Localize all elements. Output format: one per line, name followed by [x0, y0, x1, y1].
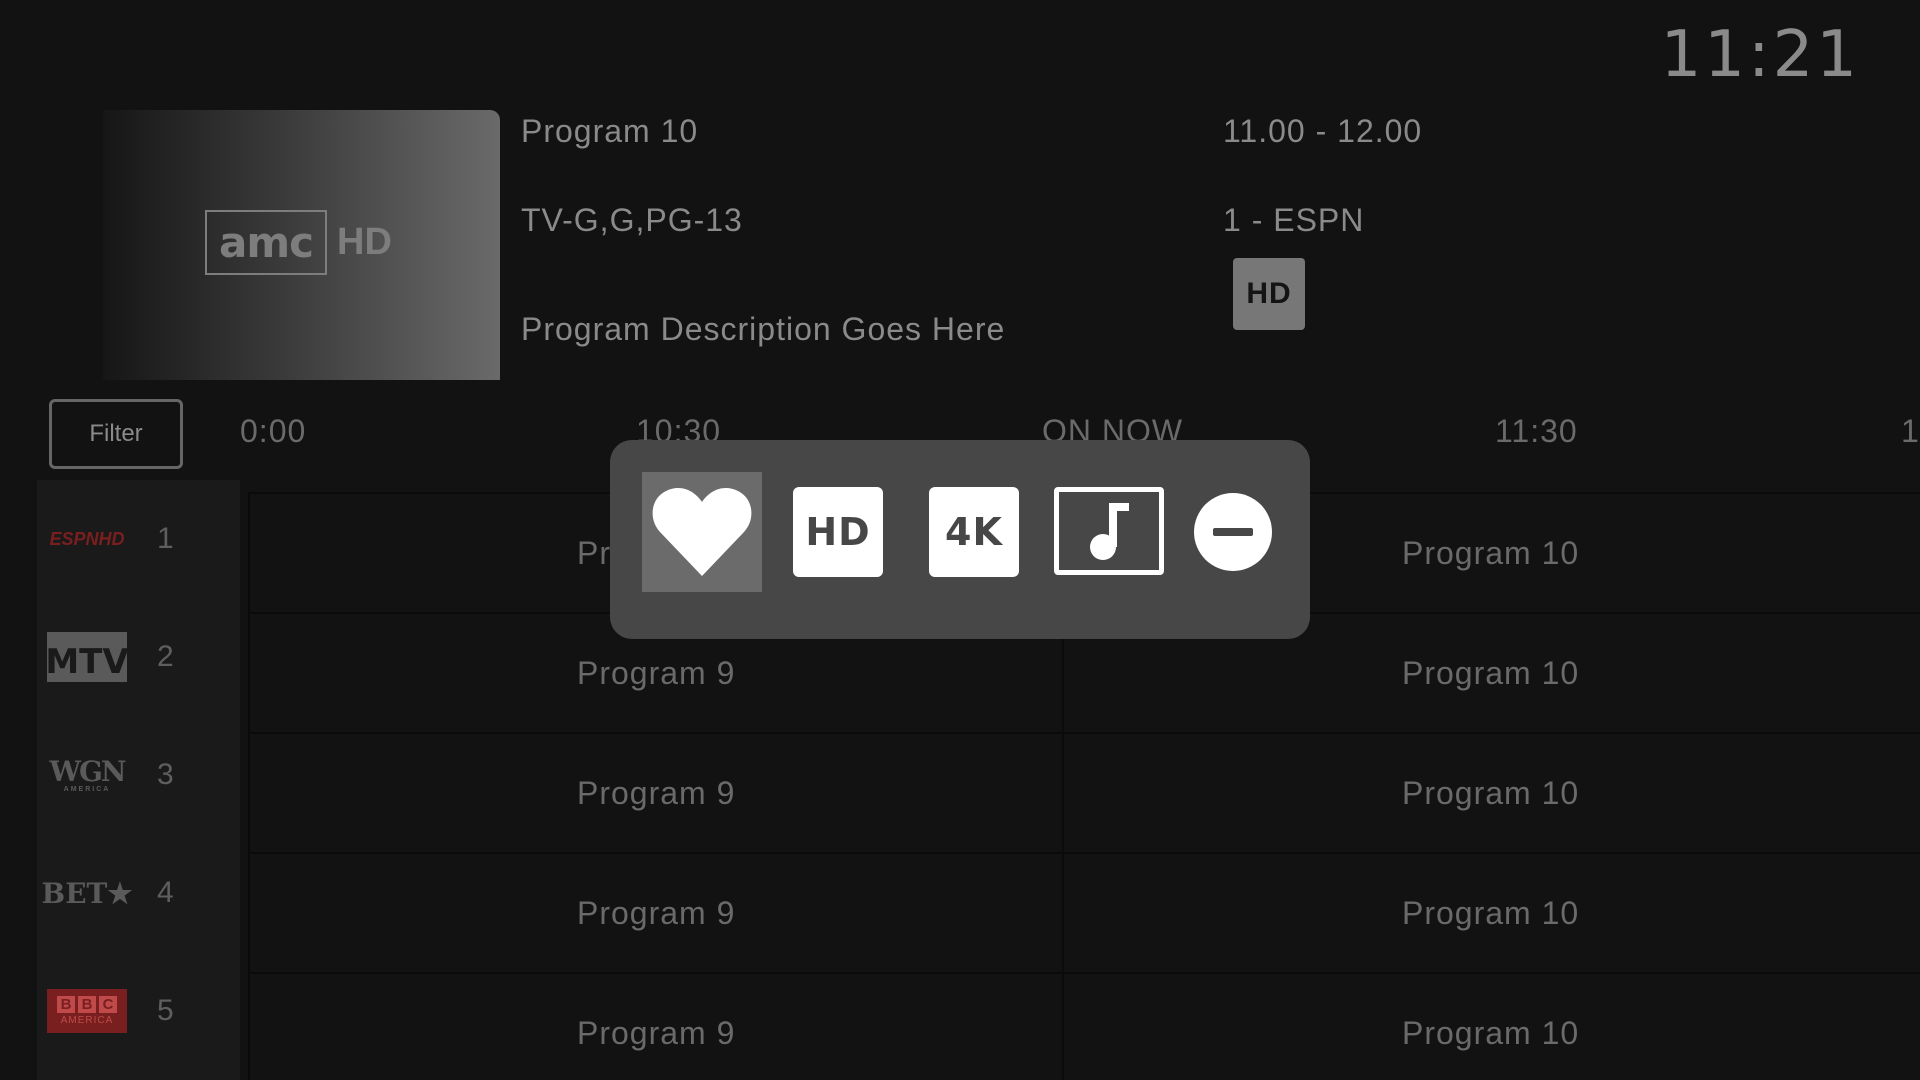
espn-hd-logo: ESPNHD — [47, 509, 127, 569]
bbc-america-logo: BBC AMERICA — [47, 981, 127, 1041]
program-cell[interactable]: Program 9 — [248, 854, 1060, 972]
program-cell-label: Program 10 — [1402, 894, 1580, 931]
program-cell[interactable]: Program 9 — [248, 734, 1060, 852]
remove-option[interactable] — [1194, 493, 1272, 571]
filter-button[interactable]: Filter — [49, 399, 183, 469]
wgn-logo-text: WGN — [49, 754, 127, 788]
time-label-start: 0:00 — [240, 413, 307, 449]
espn-logo-text: ESPNHD — [49, 528, 125, 549]
channel-options-popup: HD 4K — [610, 440, 1310, 639]
program-cell-label: Pr — [577, 534, 611, 571]
time-label-end: 1 — [1901, 413, 1920, 449]
bbc-boxes: BBC — [57, 996, 117, 1013]
4k-filter-option[interactable]: 4K — [929, 487, 1019, 577]
grid-row-4: Program 9 Program 10 — [248, 852, 1920, 972]
program-cell-label: Program 10 — [1402, 654, 1580, 691]
favorite-option[interactable] — [642, 472, 762, 592]
program-cell-label: Program 9 — [577, 774, 736, 811]
channel-row-1[interactable]: ESPNHD 1 — [37, 480, 240, 598]
channel-number: 3 — [157, 758, 174, 791]
program-cell[interactable]: Program 10 — [1062, 974, 1920, 1080]
channel-row-5[interactable]: BBC AMERICA 5 — [37, 952, 240, 1070]
program-thumbnail: amc HD — [103, 110, 500, 380]
grid-row-5: Program 9 Program 10 — [248, 972, 1920, 1080]
music-note-icon — [1090, 503, 1129, 560]
program-cell-label: Program 10 — [1402, 534, 1580, 571]
program-cell-label: Program 9 — [577, 894, 736, 931]
hd-filter-option[interactable]: HD — [793, 487, 883, 577]
grid-row-3: Program 9 Program 10 — [248, 732, 1920, 852]
bbc-logo-sub: AMERICA — [60, 1015, 114, 1026]
wgn-america-logo: WGN AMERICA — [47, 745, 127, 805]
bet-logo: BET★ — [42, 863, 133, 923]
time-label-1130: 11:30 — [1495, 413, 1578, 449]
program-cell-label: Program 9 — [577, 1014, 736, 1051]
mtv-logo-text: MTV — [45, 632, 129, 682]
program-title: Program 10 — [521, 113, 699, 149]
hd-badge: HD — [1233, 258, 1305, 330]
channel-row-3[interactable]: WGN AMERICA 3 — [37, 716, 240, 834]
channel-number: 5 — [157, 994, 174, 1027]
channel-list: ESPNHD 1 MTV 2 WGN AMERICA 3 BET★ 4 B B … — [37, 480, 240, 1080]
channel-row-4[interactable]: BET★ 4 — [37, 834, 240, 952]
channel-row-2[interactable]: MTV 2 — [37, 598, 240, 716]
music-option[interactable] — [1054, 487, 1164, 575]
channel-number: 2 — [157, 640, 174, 673]
wgn-logo-block: WGN AMERICA — [49, 754, 127, 793]
amc-hd-logo: amc HD — [205, 210, 392, 275]
logo-suffix-text: HD — [337, 221, 392, 263]
program-cell-label: Program 10 — [1402, 1014, 1580, 1051]
tv-guide-screen: 11:21 amc HD Program 10 TV-G,G,PG-13 Pro… — [0, 0, 1920, 1080]
program-cell[interactable]: Program 10 — [1062, 734, 1920, 852]
program-cell-label: Program 9 — [577, 654, 736, 691]
program-time: 11.00 - 12.00 — [1223, 113, 1423, 149]
logo-main-text: amc — [205, 210, 328, 275]
heart-icon — [652, 488, 752, 576]
bbc-logo-block: BBC AMERICA — [47, 989, 127, 1033]
minus-circle-icon — [1213, 528, 1253, 536]
program-rating: TV-G,G,PG-13 — [521, 202, 743, 238]
channel-number: 1 — [157, 522, 174, 555]
program-cell[interactable]: Program 10 — [1062, 854, 1920, 972]
program-cell-label: Program 10 — [1402, 774, 1580, 811]
program-channel: 1 - ESPN — [1223, 202, 1365, 238]
bet-logo-text: BET★ — [41, 876, 133, 910]
mtv-logo: MTV — [45, 627, 129, 687]
program-description: Program Description Goes Here — [521, 311, 1006, 347]
program-cell[interactable]: Program 9 — [248, 974, 1060, 1080]
clock: 11:21 — [1660, 18, 1860, 92]
channel-number: 4 — [157, 876, 174, 909]
